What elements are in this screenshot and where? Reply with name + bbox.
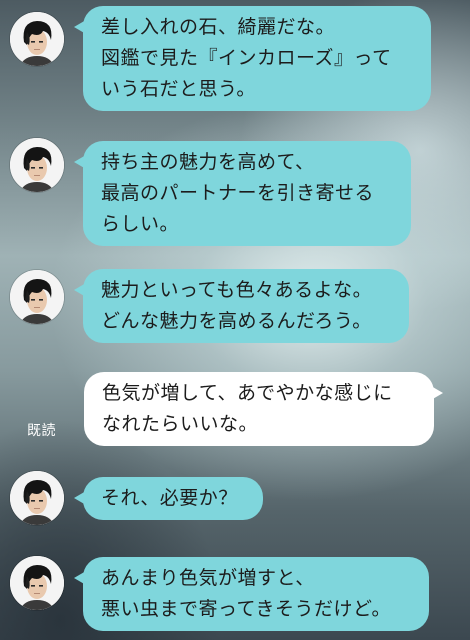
read-receipt-label: 既読: [27, 423, 56, 439]
message-line: 図鑑で見た『インカローズ』って: [101, 47, 392, 69]
message-line: らしい。: [101, 213, 180, 235]
partner-avatar-icon[interactable]: [10, 138, 64, 192]
message-line: 最高のパートナーを引き寄せる: [101, 182, 375, 204]
message-line: 持ち主の魅力を高めて、: [101, 151, 315, 173]
message-line: いう石だと思う。: [101, 78, 256, 100]
my-message-bubble[interactable]: 色気が増して、あでやかな感じに なれたらいいな。: [84, 372, 443, 446]
partner-avatar-icon[interactable]: [10, 12, 64, 66]
message-line: どんな魅力を高めるんだろう。: [101, 310, 372, 332]
partner-avatar-icon[interactable]: [10, 471, 64, 525]
partner-avatar-icon[interactable]: [10, 270, 64, 324]
partner-message-bubble[interactable]: それ、必要か？: [74, 477, 263, 520]
message-line: それ、必要か？: [101, 487, 238, 509]
message-line: 色気が増して、あでやかな感じに: [102, 382, 393, 404]
partner-message-bubble[interactable]: 魅力といっても色々あるよな。 どんな魅力を高めるんだろう。: [74, 269, 409, 343]
message-line: あんまり色気が増すと、: [101, 567, 315, 589]
partner-message-bubble[interactable]: 差し入れの石、綺麗だな。 図鑑で見た『インカローズ』って いう石だと思う。: [74, 6, 431, 111]
partner-avatar-icon[interactable]: [10, 556, 64, 610]
message-line: 悪い虫まで寄ってきそうだけど。: [101, 598, 392, 620]
partner-message-bubble[interactable]: 持ち主の魅力を高めて、 最高のパートナーを引き寄せる らしい。: [74, 141, 411, 246]
message-line: 魅力といっても色々あるよな。: [101, 279, 373, 301]
message-line: なれたらいいな。: [102, 413, 259, 435]
partner-message-bubble[interactable]: あんまり色気が増すと、 悪い虫まで寄ってきそうだけど。: [74, 557, 429, 631]
message-line: 差し入れの石、綺麗だな。: [101, 16, 336, 38]
